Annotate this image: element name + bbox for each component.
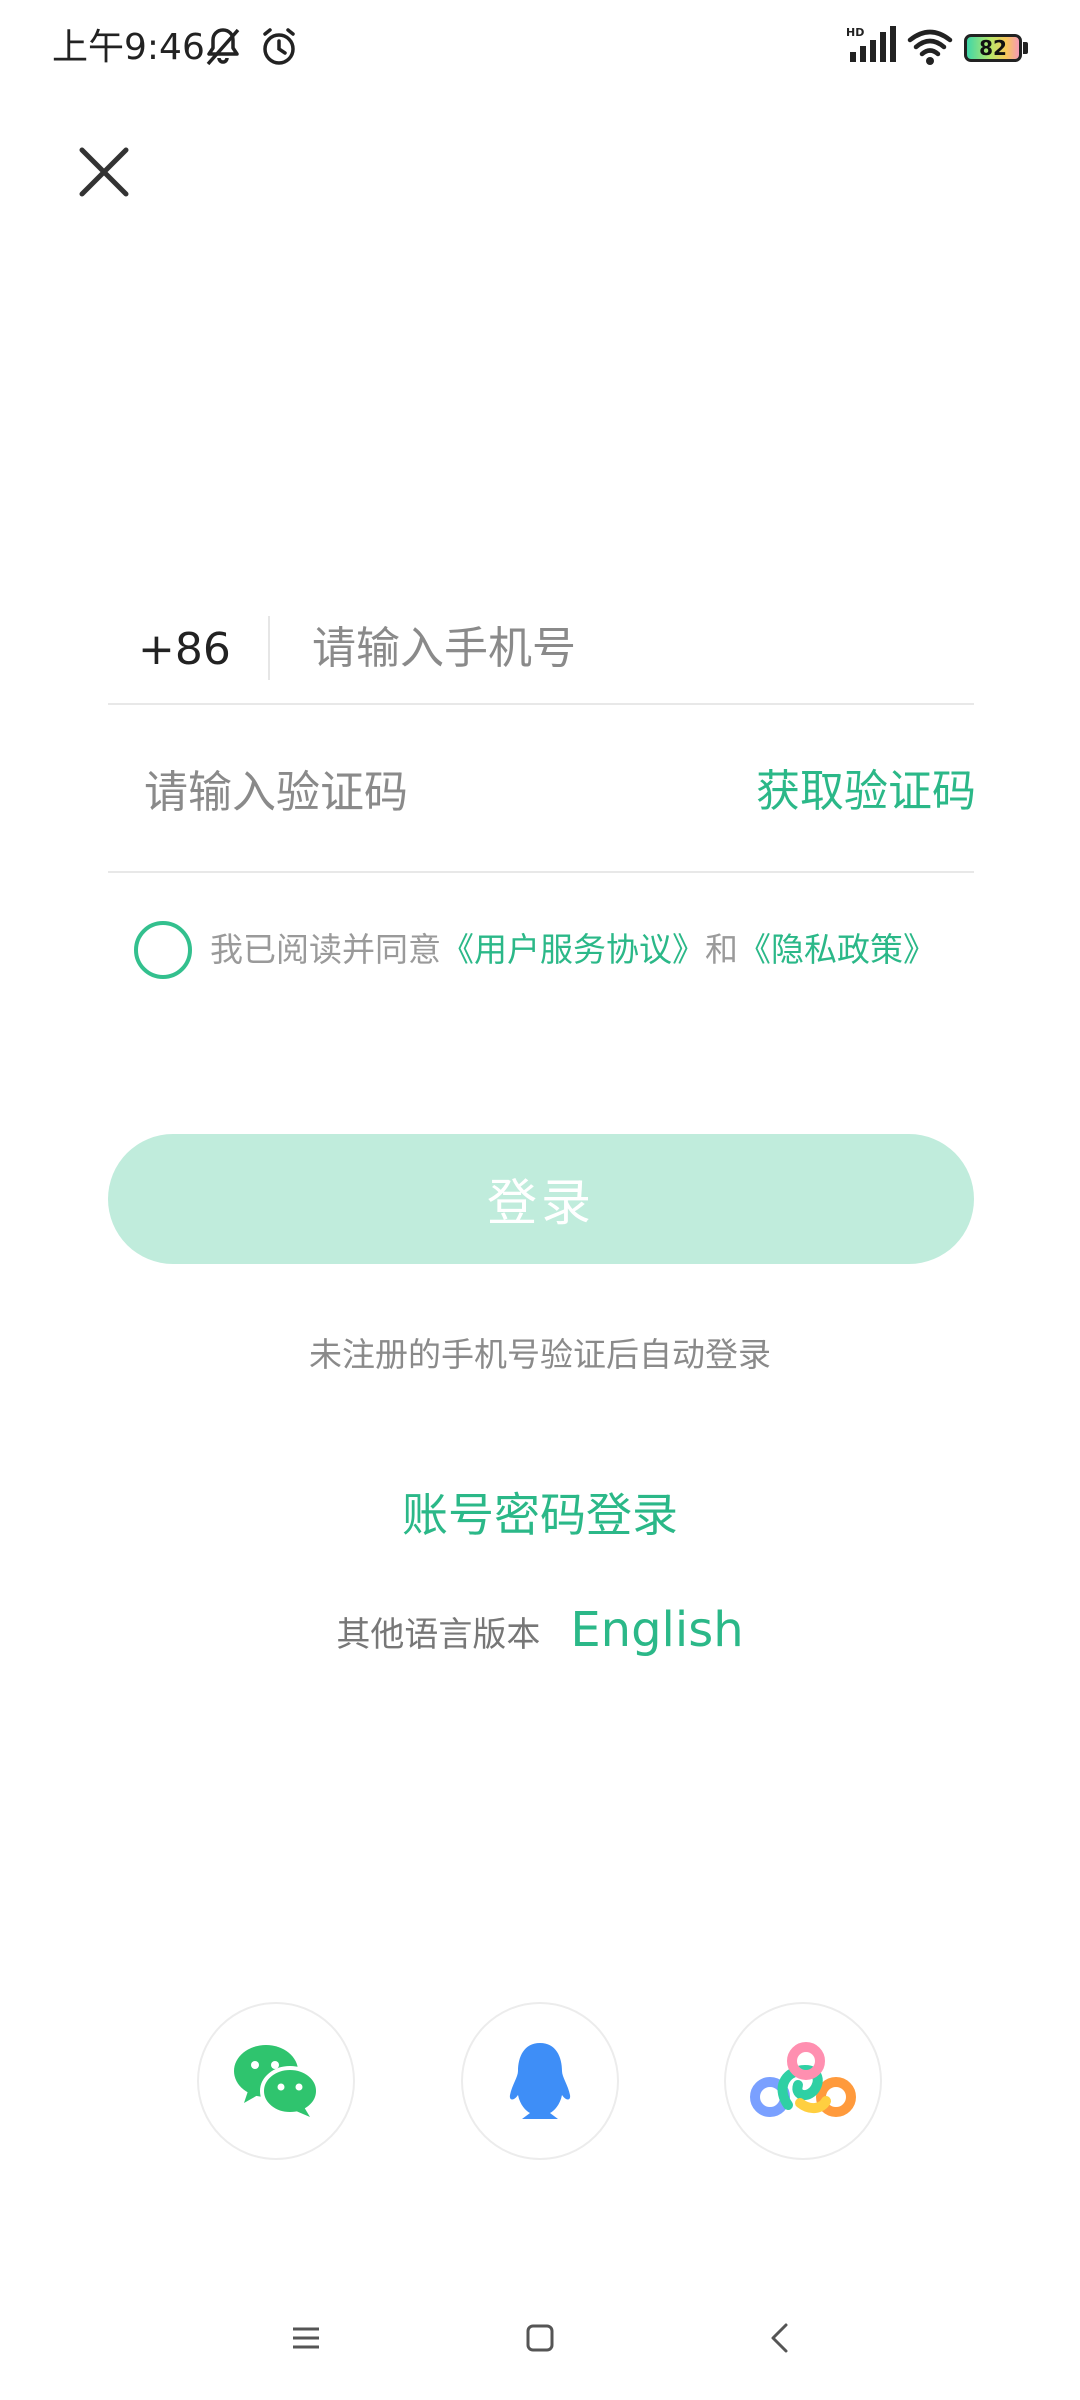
home-icon: [526, 2324, 554, 2352]
wechat-login-button[interactable]: [197, 2002, 355, 2160]
close-icon[interactable]: [78, 146, 130, 198]
agreement-and: 和: [705, 930, 738, 969]
auto-register-hint: 未注册的手机号验证后自动登录: [309, 1335, 771, 1374]
alarm-icon: [263, 28, 295, 65]
user-agreement-link[interactable]: 《用户服务协议》: [441, 930, 705, 969]
divider: [268, 616, 270, 680]
divider: [108, 871, 974, 873]
qq-login-button[interactable]: [461, 2002, 619, 2160]
wifi-icon: [907, 29, 953, 65]
verification-code-input[interactable]: [144, 756, 704, 828]
battery-level: 82: [979, 36, 1007, 60]
phone-input[interactable]: [312, 612, 972, 684]
agreement-checkbox[interactable]: [134, 921, 192, 979]
menu-icon: [293, 2327, 319, 2349]
nav-back-button[interactable]: [750, 2318, 810, 2358]
get-code-button[interactable]: 获取验证码: [744, 760, 976, 824]
hd-signal-icon: HD: [846, 26, 896, 62]
status-time: 上午9:46: [52, 27, 205, 68]
language-row: 其他语言版本 English: [0, 1602, 1080, 1658]
english-language-link[interactable]: English: [570, 1602, 743, 1658]
back-icon: [771, 2323, 788, 2353]
nav-home-button[interactable]: [510, 2318, 570, 2358]
battery-tip: [1023, 42, 1028, 54]
svg-text:HD: HD: [846, 26, 864, 39]
colorful-link-icon: [750, 2042, 856, 2117]
divider: [108, 703, 974, 705]
language-label: 其他语言版本: [336, 1615, 541, 1655]
login-button[interactable]: 登录: [108, 1134, 974, 1264]
privacy-policy-link[interactable]: 《隐私政策》: [738, 930, 936, 969]
country-code-selector[interactable]: +86: [138, 620, 231, 680]
qq-penguin-icon: [509, 2043, 571, 2119]
agreement-prefix: 我已阅读并同意: [210, 930, 441, 969]
mute-bell-icon: [206, 28, 240, 66]
nav-menu-button[interactable]: [276, 2318, 336, 2358]
wechat-icon: [234, 2045, 320, 2117]
agreement-text: 我已阅读并同意《用户服务协议》和《隐私政策》: [210, 926, 936, 974]
battery-icon: 82: [964, 34, 1022, 62]
weibo-login-button[interactable]: [724, 2002, 882, 2160]
account-password-login-link[interactable]: 账号密码登录: [0, 1480, 1080, 1550]
